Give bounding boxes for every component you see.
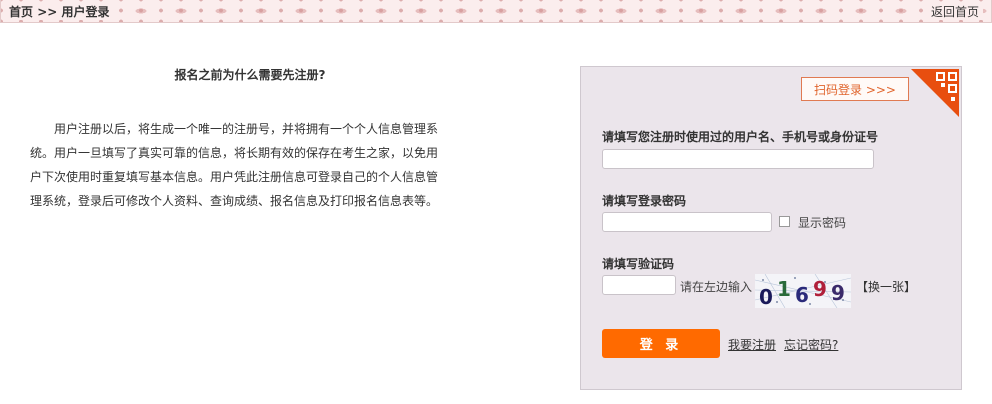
top-bar: 首页 >> 用户登录 返回首页 [0,0,992,23]
login-panel: 扫码登录 >>> 请填写您注册时使用过的用户名、手机号或身份证号 请填写登录密码… [580,66,962,390]
captcha-input[interactable] [602,275,676,295]
captcha-hint: 请在左边输入 [680,280,753,294]
captcha-label: 请填写验证码 [602,257,675,271]
register-link[interactable]: 我要注册 [728,336,776,353]
captcha-image[interactable]: 0 1 6 9 9 [755,274,851,308]
username-input[interactable] [602,149,874,169]
intro-body: 用户注册以后，将生成一个唯一的注册号，并将拥有一个个人信息管理系统。用户一旦填写… [30,122,439,208]
show-password-checkbox[interactable] [779,216,790,227]
intro-section: 报名之前为什么需要先注册? 用户注册以后，将生成一个唯一的注册号，并将拥有一个个… [30,66,440,213]
captcha-char-2: 1 [777,277,791,301]
intro-title: 报名之前为什么需要先注册? [174,68,326,82]
refresh-captcha-link[interactable]: 【换一张】 [856,278,916,295]
password-label: 请填写登录密码 [602,194,687,208]
show-password-label[interactable]: 显示密码 [798,214,846,231]
forgot-password-link[interactable]: 忘记密码? [784,336,838,353]
login-button[interactable]: 登 录 [602,329,720,358]
qr-code-icon[interactable] [911,69,959,117]
captcha-char-3: 6 [795,283,809,307]
captcha-char-4: 9 [813,277,827,301]
password-input[interactable] [602,212,772,232]
breadcrumb: 首页 >> 用户登录 [5,3,116,20]
back-home-link[interactable]: 返回首页 [926,3,983,20]
qr-login-button[interactable]: 扫码登录 >>> [801,77,909,101]
breadcrumb-current: 用户登录 [61,5,110,19]
captcha-char-5: 9 [831,281,845,305]
captcha-char-1: 0 [759,285,773,308]
username-label: 请填写您注册时使用过的用户名、手机号或身份证号 [602,130,879,144]
breadcrumb-home[interactable]: 首页 [9,5,33,19]
breadcrumb-separator: >> [37,5,58,19]
